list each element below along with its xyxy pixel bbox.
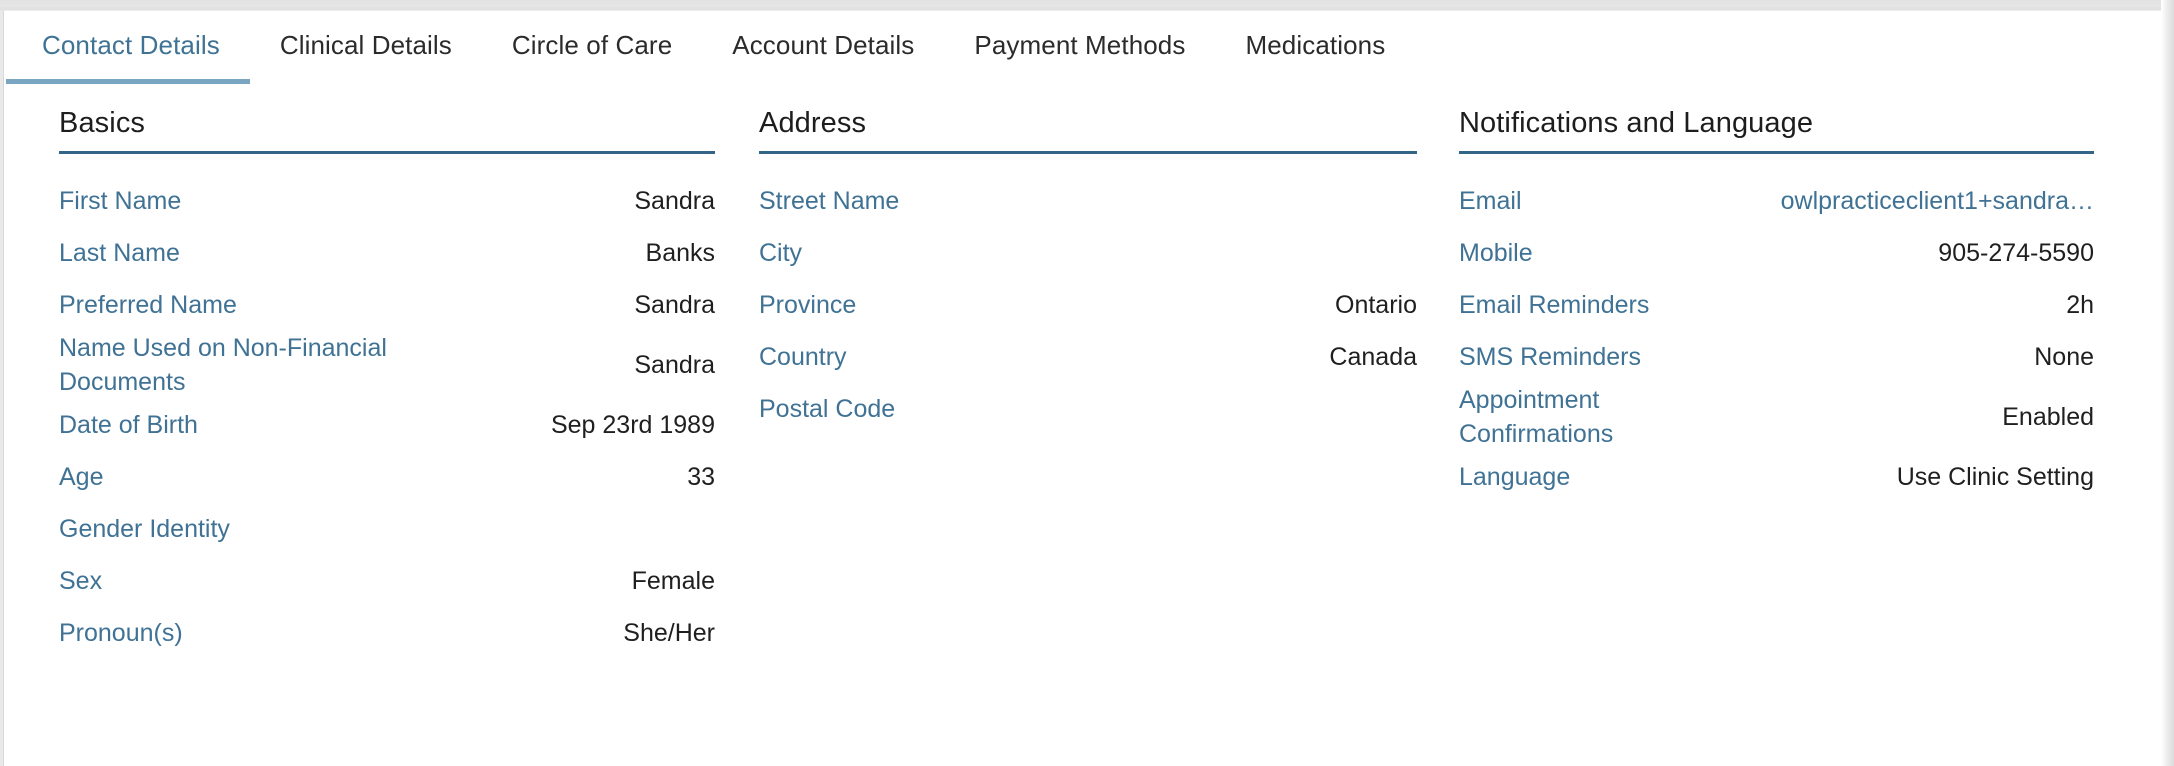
field-value: Ontario [1335, 290, 1417, 319]
field-value: Sandra [634, 350, 715, 379]
field-label: Age [59, 463, 104, 492]
field-value: Female [631, 567, 715, 595]
field-row: Country Canada [759, 331, 1417, 383]
field-row: Last Name Banks [59, 227, 715, 279]
field-label: Mobile [1459, 238, 1533, 267]
field-value: Sep 23rd 1989 [550, 411, 715, 439]
window-right-edge [2161, 0, 2174, 766]
field-row: Preferred Name Sandra [59, 279, 715, 331]
window-top-chrome [0, 0, 2174, 10]
field-label: Pronoun(s) [59, 619, 183, 648]
tab-circle-of-care[interactable]: Circle of Care [482, 11, 702, 80]
field-row: Email Reminders 2h [1459, 279, 2094, 331]
field-value: 33 [687, 463, 715, 491]
column-address: Address Street Name City Province Ontario Cou… [759, 107, 1417, 435]
field-value: Canada [1329, 342, 1417, 371]
field-row: Province Ontario [759, 279, 1417, 331]
field-row: Date of Birth Sep 23rd 1989 [59, 400, 715, 452]
page-surface: Contact Details Clinical Details Circle of… [3, 10, 2161, 766]
field-row: Appointment Confirmations Enabled [1459, 383, 2094, 452]
field-label: Date of Birth [59, 411, 198, 440]
field-label: Sex [59, 567, 103, 596]
field-row: SMS Reminders None [1459, 331, 2094, 383]
field-label: Language [1459, 463, 1571, 492]
field-row: Gender Identity [59, 504, 715, 556]
column-basics: Basics First Name Sandra Last Name Banks Pref… [59, 107, 715, 660]
field-label: Email Reminders [1459, 290, 1650, 319]
field-label: Country [759, 342, 847, 371]
field-label: Email [1459, 186, 1522, 215]
field-list: Street Name City Province Ontario Country Can… [759, 175, 1417, 435]
field-row: First Name Sandra [59, 175, 715, 227]
column-title: Notifications and Language [1459, 107, 2094, 154]
field-label: Name Used on Non-Financial Documents [59, 334, 387, 397]
field-row: Postal Code [759, 383, 1417, 435]
field-value: Banks [645, 238, 715, 267]
field-label: Postal Code [759, 394, 896, 423]
field-row: Name Used on Non-Financial Documents Sand… [59, 331, 715, 400]
field-row: City [759, 227, 1417, 279]
field-row: Email owlpracticeclient1+sandra… [1459, 175, 2094, 227]
tab-contact-details[interactable]: Contact Details [4, 11, 250, 84]
field-row: Street Name [759, 175, 1417, 227]
field-label: Last Name [59, 238, 180, 267]
field-label: Preferred Name [59, 290, 237, 319]
tab-medications[interactable]: Medications [1215, 11, 1415, 80]
tab-account-details[interactable]: Account Details [702, 11, 944, 80]
column-title: Basics [59, 107, 715, 154]
field-value-link[interactable]: owlpracticeclient1+sandra… [1781, 187, 2094, 216]
field-row: Sex Female [59, 556, 715, 608]
column-notifications-and-language: Notifications and Language Email owlpracti… [1459, 107, 2094, 504]
field-list: Email owlpracticeclient1+sandra… Mobile 905… [1459, 175, 2094, 504]
app-window: Contact Details Clinical Details Circle of… [0, 0, 2174, 766]
field-label: Appointment Confirmations [1459, 386, 1614, 449]
field-label: City [759, 238, 803, 267]
field-label: Street Name [759, 186, 900, 215]
field-row: Pronoun(s) She/Her [59, 608, 715, 660]
field-value: Sandra [634, 290, 715, 319]
field-value: Sandra [634, 186, 715, 215]
field-label: First Name [59, 186, 182, 215]
field-row: Mobile 905-274-5590 [1459, 227, 2094, 279]
field-value: None [2034, 342, 2094, 371]
field-value: Enabled [2002, 402, 2094, 431]
field-list: First Name Sandra Last Name Banks Preferred … [59, 175, 715, 660]
field-label: Gender Identity [59, 515, 230, 544]
field-label: Province [759, 290, 857, 319]
column-title: Address [759, 107, 1417, 154]
field-value: 905-274-5590 [1938, 238, 2094, 267]
tab-payment-methods[interactable]: Payment Methods [944, 11, 1215, 80]
field-row: Language Use Clinic Setting [1459, 452, 2094, 504]
tab-clinical-details[interactable]: Clinical Details [250, 11, 482, 80]
field-value: 2h [2066, 290, 2094, 319]
field-value: Use Clinic Setting [1896, 463, 2094, 491]
tab-bar: Contact Details Clinical Details Circle of… [4, 11, 2161, 84]
field-label: SMS Reminders [1459, 342, 1641, 371]
field-row: Age 33 [59, 452, 715, 504]
field-value: She/Her [623, 619, 715, 647]
